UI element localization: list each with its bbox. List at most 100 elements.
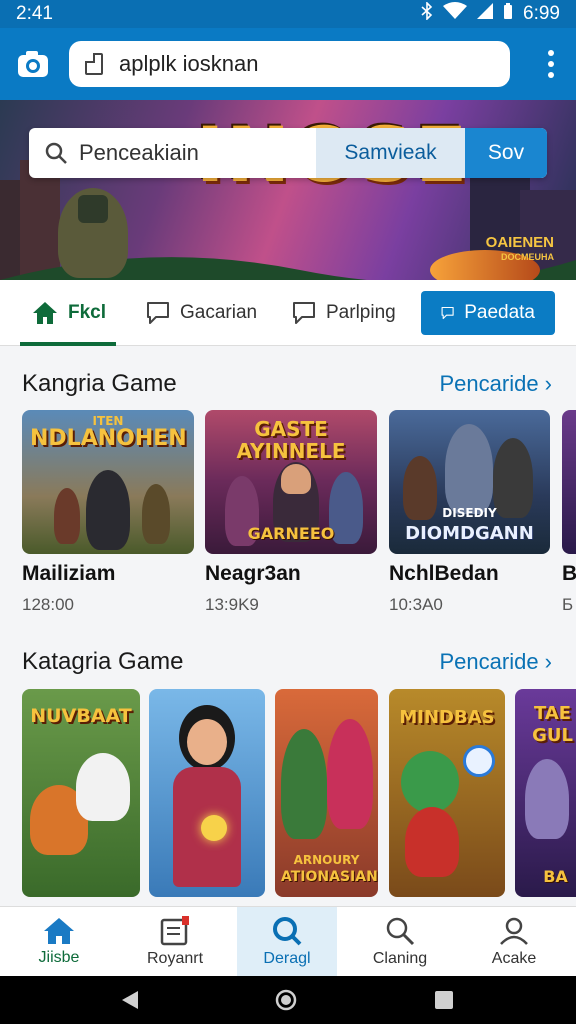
game-name-4: B [562,562,576,585]
tab-parlping[interactable]: Parlping [292,280,396,346]
nav-royanrt-label: Royanrt [146,950,204,967]
search-bar: Penceakiain Samvieak Sov [29,128,547,178]
bluetooth-icon [421,1,433,26]
game-card-partial[interactable] [562,410,576,554]
game-card-neagr3an[interactable]: GASTE AYINNELE GARNEEO [205,410,377,554]
game-card-heroine[interactable] [149,689,265,897]
card-art-top: ARNOURY [293,853,360,867]
nav-home[interactable]: Jiisbe [9,907,109,977]
card-creature-figure [76,753,130,821]
recents-icon[interactable] [434,990,454,1010]
card-wolf-figure [445,424,493,514]
nav-deragl-label: Deragl [263,950,311,967]
search-input[interactable]: Penceakiain [29,128,316,178]
card-goblin-body [405,807,459,877]
banner-soldier-helmet [78,195,108,223]
wifi-icon [443,2,468,26]
game-card-mindbas[interactable]: MINDBAS [389,689,505,897]
game-card-ationasian[interactable]: ARNOURY ATIONASIAN [275,689,378,897]
nav-deragl[interactable]: Deragl [237,907,337,977]
tab-gacarian-label: Gacarian [180,302,258,323]
chat-icon [147,302,169,324]
chat-icon [441,306,454,320]
nav-claning[interactable]: Claning [350,907,450,977]
nav-acake[interactable]: Acake [464,907,564,977]
card-art-title: NUVBAAT [30,705,132,727]
game-card-nchlbedan[interactable]: DISEDIY DIOMDGANN [389,410,550,554]
status-battery: 6:99 [523,3,560,24]
card-art-title: TAE GUL [532,703,573,746]
banner-badge-line1: OAIENEN [485,234,554,251]
game-meta-2: 13:9K9 [205,595,259,614]
back-icon[interactable] [120,990,140,1010]
banner-badge-line2: DOCMEUHA [501,252,554,262]
game-meta-3: 10:3A0 [389,595,443,614]
tab-paedata[interactable]: Paedata [421,291,555,335]
home-icon [33,302,57,324]
signal-icon [477,2,494,26]
game-card-mailiziam[interactable]: ITEN NDLANOHEN [22,410,194,554]
tab-paedata-label: Paedata [464,302,535,323]
tab-parlping-label: Parlping [326,302,396,323]
game-meta-1: 128:00 [22,595,74,614]
card-art-sub: ATIONASIAN [281,869,378,885]
status-bar: 2:41 6:99 [0,0,576,28]
system-navigation-bar [0,976,576,1024]
game-meta-4: Б [562,595,574,614]
chat-icon [293,302,315,324]
nav-home-label: Jiisbe [38,949,80,966]
section-title-katagria: Katagria Game [22,648,184,675]
document-icon [160,916,189,946]
tab-home-label: Fkcl [68,302,107,323]
search-placeholder: Penceakiain [79,140,199,165]
card-energy-orb [201,815,227,841]
card-soldier-figure [86,470,130,550]
section-link-katagria[interactable]: Pencaride › [439,649,552,675]
search-icon [386,917,415,946]
card-art-title: GASTE AYINNELE [236,417,346,463]
hero-banner[interactable]: INOSE OAIENEN DOCMEUHA [0,100,576,280]
game-card-nuvbaat[interactable]: NUVBAAT [22,689,140,897]
home-button-icon[interactable] [275,989,297,1011]
nav-claning-label: Claning [372,950,428,967]
card-art-title: NDLANOHEN [30,426,187,451]
card-hero-face [281,464,311,494]
card-zombie-figure [525,759,569,839]
section-link-kangria[interactable]: Pencaride › [439,371,552,397]
search-primary-button[interactable]: Sov [465,128,547,178]
card-soldier-figure [54,488,80,544]
banner-badge: OAIENEN DOCMEUHA [485,234,554,264]
url-text: aplplk iosknan [119,51,259,76]
card-goblin-head [401,751,459,813]
card-art-sub: GARNEEO [247,524,335,543]
account-icon [500,917,528,945]
address-bar[interactable]: aplplk iosknan [69,41,510,87]
card-heroine-face [187,719,227,765]
tab-home[interactable]: Fkcl [20,280,116,346]
page-icon [85,53,103,75]
nav-acake-label: Acake [491,950,537,967]
camera-icon[interactable] [17,48,49,80]
card-art-title: MINDBAS [399,707,495,728]
game-name-3: NchlBedan [389,562,499,585]
card-art-sub: BA [543,867,568,886]
tab-gacarian[interactable]: Gacarian [146,280,257,346]
game-card-partial-2[interactable]: TAE GUL BA [515,689,576,897]
category-tabs: Fkcl Gacarian Parlping Paedata [0,280,576,346]
game-name-1: Mailiziam [22,562,116,585]
nav-royanrt[interactable]: Royanrt [125,907,225,977]
overflow-menu-icon[interactable] [548,50,554,78]
home-icon [44,918,74,944]
card-art-sub: DIOMDGANN [405,523,534,544]
card-girl-figure [327,719,373,829]
bottom-navigation: Jiisbe Royanrt Deragl Claning Acake [0,906,576,977]
search-secondary-button[interactable]: Samvieak [316,128,465,178]
card-soldier-figure [142,484,170,544]
card-art-top: DISEDIY [442,506,497,520]
search-icon [45,142,67,164]
card-orb-staff [463,745,495,777]
card-elf-figure [281,729,327,839]
status-time: 2:41 [16,3,53,24]
section-title-kangria: Kangria Game [22,370,177,397]
search-icon [273,917,302,946]
